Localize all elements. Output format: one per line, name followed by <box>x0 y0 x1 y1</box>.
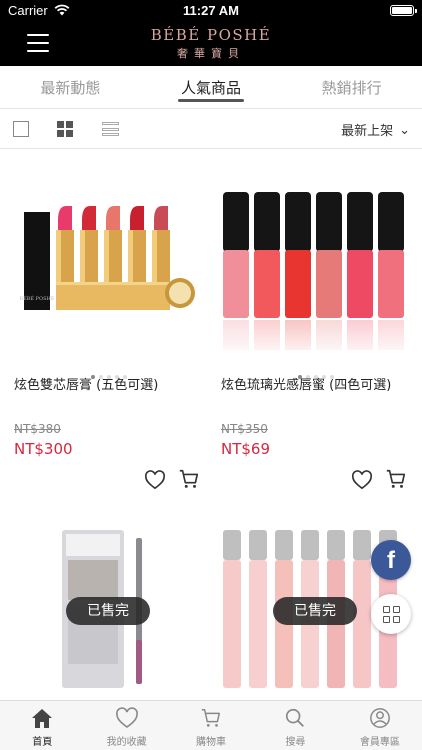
list-view-icon[interactable] <box>102 122 119 136</box>
nav-cart-label: 購物車 <box>196 737 227 748</box>
tab-popular-products[interactable]: 人氣商品 <box>141 66 282 108</box>
add-to-cart-icon[interactable] <box>385 468 407 490</box>
product-original-price: NT$350 <box>221 422 268 436</box>
nav-search-label: 搜尋 <box>285 737 306 748</box>
home-icon <box>32 709 53 728</box>
tab-best-sellers[interactable]: 熱銷排行 <box>281 66 422 108</box>
product-image-lip-gloss[interactable] <box>221 150 411 360</box>
chevron-down-icon: ⌄ <box>399 123 410 138</box>
product-price: NT$300 <box>14 440 73 458</box>
clock: 11:27 AM <box>183 3 239 18</box>
product-original-price: NT$380 <box>14 422 61 436</box>
favorite-heart-icon[interactable] <box>351 470 373 490</box>
status-bar: Carrier 11:27 AM <box>0 0 422 22</box>
product-image-eyeliner[interactable]: 已售完 <box>14 520 204 690</box>
sort-label: 最新上架 <box>341 124 394 139</box>
nav-cart[interactable]: 購物車 <box>169 701 253 750</box>
product-price: NT$69 <box>221 440 271 458</box>
nav-favorites[interactable]: 我的收藏 <box>84 701 168 750</box>
favorite-heart-icon[interactable] <box>144 470 166 490</box>
category-tabs: 最新動態 人氣商品 熱銷排行 <box>0 66 422 109</box>
add-to-cart-icon[interactable] <box>178 468 200 490</box>
single-view-icon[interactable] <box>13 121 29 137</box>
brand-name: BÉBÉ POSHÉ <box>150 26 272 44</box>
nav-favorites-label: 我的收藏 <box>106 737 147 748</box>
tab-latest-news[interactable]: 最新動態 <box>0 66 141 108</box>
nav-member-label: 會員專區 <box>359 737 400 748</box>
brand-subtitle: 奢華寶貝 <box>177 47 245 60</box>
battery-icon <box>390 5 417 16</box>
bottom-navigation: 首頁 我的收藏 購物車 搜尋 會員專區 <box>0 700 422 750</box>
nav-home[interactable]: 首頁 <box>0 701 84 750</box>
svg-text:BÉBÉ POSHÉ: BÉBÉ POSHÉ <box>19 294 54 302</box>
user-icon <box>369 708 390 728</box>
sold-out-badge: 已售完 <box>273 597 357 625</box>
product-name[interactable]: 炫色雙芯唇膏 (五色可選) <box>14 374 158 393</box>
product-card[interactable]: 已售完 <box>14 520 204 690</box>
sold-out-badge: 已售完 <box>66 597 150 625</box>
sort-dropdown[interactable]: 最新上架 ⌄ <box>341 120 410 139</box>
nav-search[interactable]: 搜尋 <box>253 701 337 750</box>
nav-member[interactable]: 會員專區 <box>338 701 422 750</box>
app-header: BÉBÉ POSHÉ 奢華寶貝 <box>0 22 422 66</box>
product-card[interactable]: BÉBÉ POSHÉ 炫色雙芯唇膏 (五色可選) NT$380 NT$300 <box>14 150 204 490</box>
facebook-icon[interactable]: f <box>371 540 411 580</box>
grid-view-icon[interactable] <box>57 121 73 137</box>
heart-icon <box>115 707 138 728</box>
product-image-lipsticks[interactable]: BÉBÉ POSHÉ <box>14 150 204 360</box>
brand-logo[interactable]: BÉBÉ POSHÉ 奢華寶貝 <box>0 26 422 61</box>
view-toolbar: 最新上架 ⌄ <box>0 109 422 149</box>
product-name[interactable]: 炫色琉璃光感唇蜜 (四色可選) <box>221 374 391 393</box>
quick-menu-grid-icon[interactable] <box>371 594 411 634</box>
search-icon <box>286 708 305 727</box>
nav-home-label: 首頁 <box>32 737 53 748</box>
cart-icon <box>201 709 220 727</box>
product-card[interactable]: 炫色琉璃光感唇蜜 (四色可選) NT$350 NT$69 <box>221 150 411 490</box>
